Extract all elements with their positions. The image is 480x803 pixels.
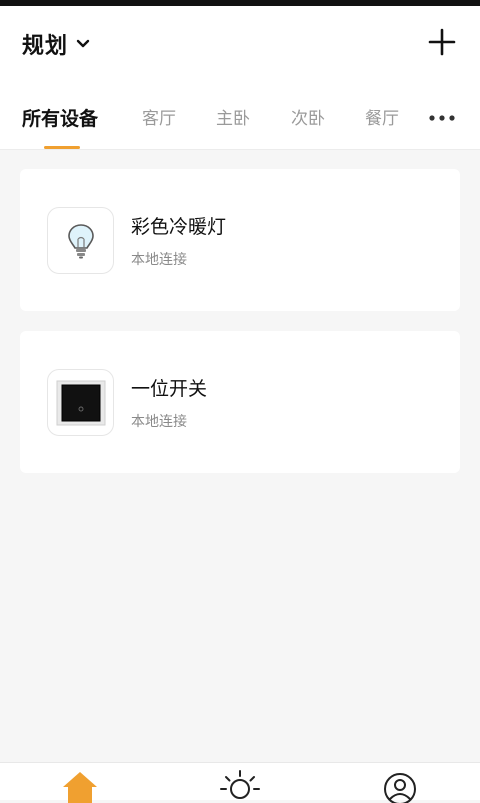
user-profile-icon[interactable] xyxy=(380,769,420,803)
sun-icon[interactable] xyxy=(220,769,260,803)
home-icon[interactable] xyxy=(60,769,100,803)
device-name: 一位开关 xyxy=(131,378,208,400)
tab-all-devices[interactable]: 所有设备 xyxy=(22,102,98,136)
device-thumbnail xyxy=(47,207,114,274)
room-tabs: 所有设备 客厅 主卧 次卧 餐厅 xyxy=(0,96,480,149)
tab-dining-room[interactable]: 餐厅 xyxy=(365,102,399,136)
device-thumbnail xyxy=(47,369,114,436)
add-device-button[interactable] xyxy=(426,26,458,58)
active-tab-indicator xyxy=(44,146,80,149)
chevron-down-icon xyxy=(76,39,90,48)
device-connection-status: 本地连接 xyxy=(131,414,187,430)
tab-master-bedroom[interactable]: 主卧 xyxy=(216,102,250,136)
device-connection-status: 本地连接 xyxy=(131,252,187,268)
wall-switch-icon xyxy=(56,380,105,425)
bottom-navigation xyxy=(0,762,480,803)
device-card[interactable]: 一位开关 本地连接 xyxy=(20,331,460,473)
home-selector[interactable]: 规划 xyxy=(22,28,90,60)
tab-second-bedroom[interactable]: 次卧 xyxy=(291,102,325,136)
app-header: 规划 所有设备 客厅 主卧 次卧 餐厅 xyxy=(0,6,480,150)
tab-living-room[interactable]: 客厅 xyxy=(142,102,176,136)
home-name: 规划 xyxy=(22,34,69,59)
light-bulb-icon xyxy=(67,223,94,258)
device-name: 彩色冷暖灯 xyxy=(131,216,227,238)
device-card[interactable]: 彩色冷暖灯 本地连接 xyxy=(20,169,460,311)
more-dots-icon[interactable] xyxy=(428,108,456,128)
